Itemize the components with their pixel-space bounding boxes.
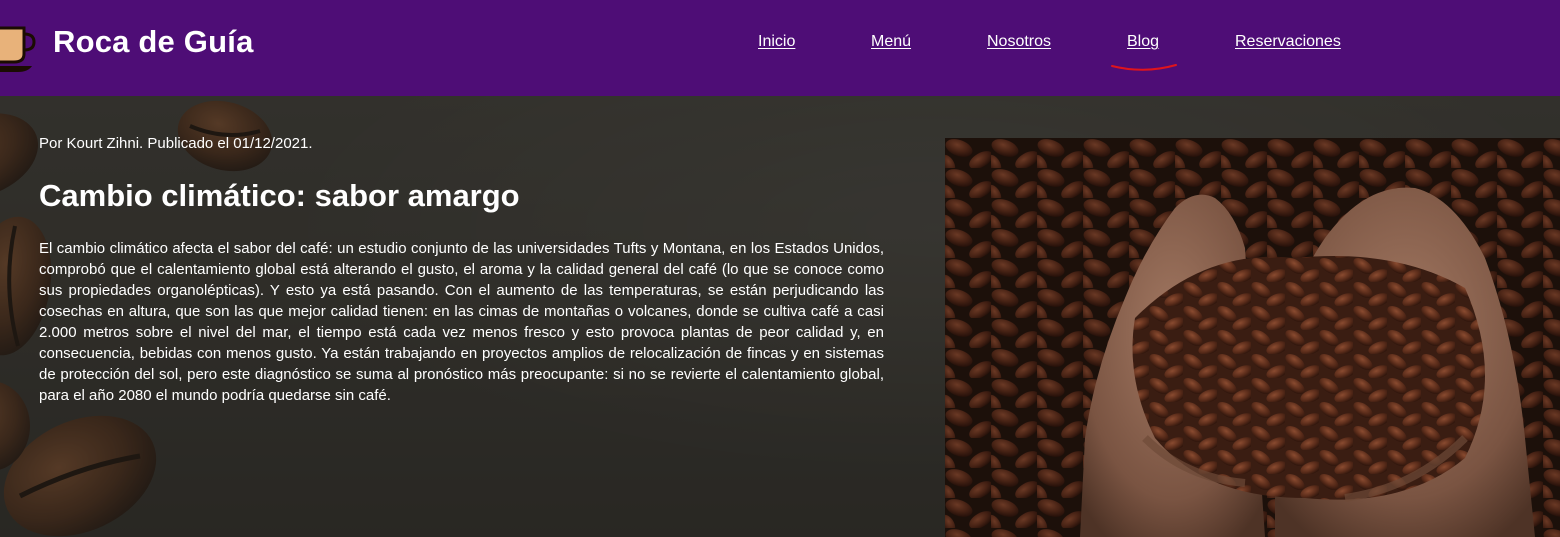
nav-active-indicator bbox=[1111, 64, 1177, 71]
nav-link-blog[interactable]: Blog bbox=[1127, 33, 1159, 51]
nav-link-nosotros[interactable]: Nosotros bbox=[987, 33, 1051, 51]
site-header: Roca de Guía Inicio Menú Nosotros Blog R… bbox=[0, 0, 1560, 96]
nav-link-menu[interactable]: Menú bbox=[871, 33, 911, 51]
hands-holding-cacao-beans bbox=[945, 138, 1560, 537]
nav-link-reservaciones[interactable]: Reservaciones bbox=[1235, 33, 1341, 51]
article-body: El cambio climático afecta el sabor del … bbox=[39, 240, 884, 404]
coffee-cup-icon[interactable] bbox=[0, 14, 42, 78]
brand-name[interactable]: Roca de Guía bbox=[53, 24, 254, 60]
cacao-photo bbox=[945, 138, 1560, 537]
article-title: Cambio climático: sabor amargo bbox=[39, 178, 520, 213]
nav-link-inicio[interactable]: Inicio bbox=[758, 33, 795, 51]
article-byline: Por Kourt Zihni. Publicado el 01/12/2021… bbox=[39, 135, 313, 152]
